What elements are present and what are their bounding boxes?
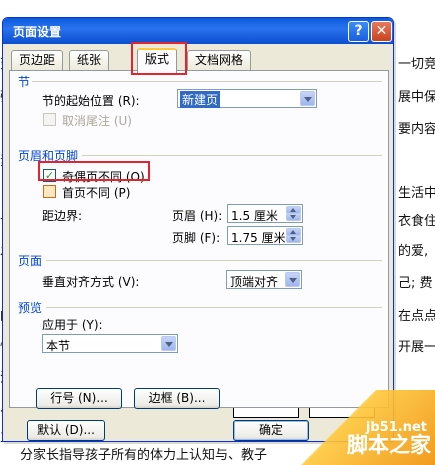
odd-even-checkbox[interactable]: ✓ bbox=[43, 169, 56, 182]
footer-distance-label: 页脚 (F): bbox=[172, 231, 221, 245]
spin-down-icon[interactable] bbox=[286, 213, 301, 221]
first-page-label: 首页不同 (P) bbox=[62, 186, 131, 200]
close-button[interactable]: ✕ bbox=[371, 21, 392, 42]
bg-text-right-6: 的爱, bbox=[398, 244, 429, 259]
bg-text-right-5: 衣食住 bbox=[398, 214, 435, 229]
section-start-label: 节的起始位置 (R): bbox=[42, 94, 140, 108]
tab-document-grid[interactable]: 文档网格 bbox=[187, 50, 252, 71]
header-footer-divider bbox=[82, 155, 382, 156]
header-distance-spinner[interactable]: 1.5 厘米 bbox=[227, 204, 303, 223]
bg-text-right-9: 开展一 bbox=[398, 340, 435, 355]
apply-to-label: 应用于 (Y): bbox=[42, 318, 103, 332]
apply-to-select[interactable]: 本节 bbox=[42, 334, 178, 353]
line-numbers-button[interactable]: 行号 (N)... bbox=[36, 388, 122, 409]
bg-text-right-4: 生活中 bbox=[398, 186, 435, 201]
vertical-alignment-value: 顶端对齐 bbox=[230, 275, 279, 289]
footer-distance-value: 1.75 厘米 bbox=[231, 231, 286, 245]
apply-to-value: 本节 bbox=[46, 339, 71, 353]
chevron-down-icon[interactable] bbox=[161, 336, 176, 351]
default-button[interactable]: 默认 (D)... bbox=[27, 420, 105, 441]
bg-text-right-8: 在点点 bbox=[398, 309, 435, 324]
header-footer-heading: 页眉和页脚 bbox=[18, 149, 79, 163]
dialog-title: 页面设置 bbox=[13, 25, 62, 39]
watermark-name: 脚本之家 bbox=[347, 433, 431, 457]
section-divider bbox=[32, 81, 382, 82]
bg-text-right-2: 展中保 bbox=[398, 90, 435, 105]
preview-heading: 预览 bbox=[18, 301, 43, 315]
bg-text-right-3: 要内容 bbox=[398, 122, 435, 137]
vertical-alignment-label: 垂直对齐方式 (V): bbox=[42, 275, 140, 289]
help-button[interactable]: ? bbox=[348, 21, 369, 42]
bg-text-right-7: 己; 费 bbox=[398, 276, 433, 291]
chevron-down-icon[interactable] bbox=[285, 272, 300, 287]
dialog-client: 页边距 纸张 版式 文档网格 节 节的起始位置 (R): 新建页 取消尾注 (U… bbox=[7, 42, 389, 441]
header-distance-value: 1.5 厘米 bbox=[231, 209, 278, 223]
tab-margins[interactable]: 页边距 bbox=[11, 50, 64, 71]
page-setup-dialog: 页面设置 ? ✕ 页边距 纸张 版式 文档网格 节 节的起始位置 (R): 新建… bbox=[2, 17, 394, 442]
section-heading: 节 bbox=[18, 75, 31, 89]
bg-text-bottom: 分家长指导孩子所有的体力上认知与、教子 bbox=[20, 448, 268, 463]
from-edge-label: 距边界: bbox=[42, 209, 83, 223]
preview-divider bbox=[46, 307, 382, 308]
page-divider bbox=[46, 260, 382, 261]
tab-layout[interactable]: 版式 bbox=[137, 48, 178, 73]
chevron-down-icon[interactable] bbox=[300, 91, 315, 106]
borders-button[interactable]: 边框 (B)... bbox=[134, 388, 220, 409]
suppress-endnotes-label: 取消尾注 (U) bbox=[62, 114, 132, 128]
suppress-endnotes-checkbox[interactable] bbox=[43, 113, 56, 126]
bg-text-right-1: 一切竞 bbox=[398, 57, 435, 72]
vertical-alignment-select[interactable]: 顶端对齐 bbox=[226, 270, 302, 289]
tab-paper[interactable]: 纸张 bbox=[69, 50, 110, 71]
section-start-value: 新建页 bbox=[180, 91, 221, 108]
layout-panel: 节 节的起始位置 (R): 新建页 取消尾注 (U) 页眉和页脚 ✓ 奇偶页不同… bbox=[9, 70, 389, 409]
footer-distance-spinner[interactable]: 1.75 厘米 bbox=[227, 226, 303, 245]
spin-down-icon[interactable] bbox=[286, 235, 301, 243]
odd-even-label: 奇偶页不同 (O) bbox=[62, 170, 145, 184]
header-distance-label: 页眉 (H): bbox=[172, 209, 223, 223]
section-start-select[interactable]: 新建页 bbox=[177, 89, 317, 108]
page-heading: 页面 bbox=[18, 254, 43, 268]
first-page-checkbox[interactable] bbox=[43, 185, 56, 198]
title-bar[interactable]: 页面设置 ? ✕ bbox=[3, 18, 393, 44]
